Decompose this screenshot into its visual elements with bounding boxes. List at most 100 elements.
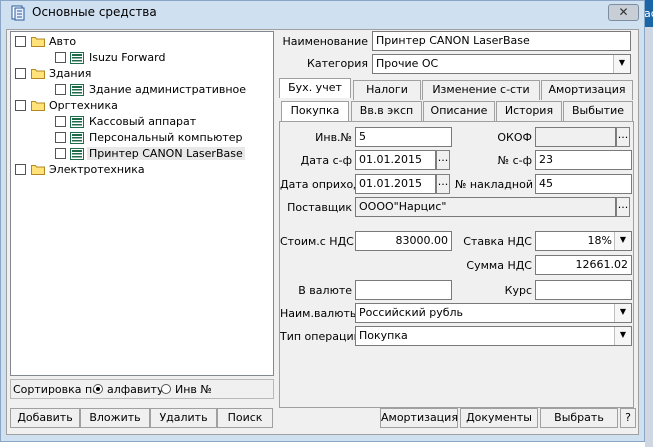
tree-node-label: Электротехника <box>49 163 145 176</box>
date-sf-label: Дата с-ф <box>300 154 352 167</box>
category-select[interactable]: Прочие ОС ▼ <box>372 54 631 74</box>
name-input[interactable]: Принтер CANON LaserBase <box>372 31 631 51</box>
sort-bar: Сортировка по алфавиту Инв № <box>10 379 274 399</box>
operation-select[interactable]: Покупка ▼ <box>355 326 632 346</box>
currency-amount-label: В валюте <box>298 284 352 297</box>
tab-izmenenie[interactable]: Изменение с-сти <box>422 80 540 100</box>
operation-label: Тип операции <box>280 330 361 343</box>
folder-icon <box>31 165 45 175</box>
date-opr-input[interactable]: 01.01.2015 <box>355 174 436 194</box>
nakl-input[interactable]: 45 <box>535 174 632 194</box>
chevron-down-icon[interactable]: ▼ <box>614 327 631 345</box>
search-button[interactable]: Поиск <box>217 408 273 428</box>
inv-input[interactable]: 5 <box>355 127 452 147</box>
okof-input[interactable] <box>535 127 616 147</box>
record-icon <box>70 116 84 128</box>
tab-istoriya[interactable]: История <box>496 101 562 121</box>
tree-node[interactable]: Оргтехника <box>13 98 271 114</box>
tree-checkbox[interactable] <box>15 100 26 111</box>
okof-label: ОКОФ <box>497 131 532 144</box>
sort-alpha-radio[interactable] <box>93 384 103 394</box>
tree-checkbox[interactable] <box>55 84 66 95</box>
tab-opisanie[interactable]: Описание <box>423 101 495 121</box>
background-window-text: ас <box>645 7 653 20</box>
supplier-browse-button[interactable]: ... <box>616 197 630 217</box>
tab-vybytie[interactable]: Выбытие <box>563 101 633 121</box>
tree-node-label: Кассовый аппарат <box>89 115 197 128</box>
tree-node-selected[interactable]: Принтер CANON LaserBase <box>13 146 271 162</box>
tree-node[interactable]: Здания <box>13 66 271 82</box>
inv-label: Инв.№ <box>315 131 352 144</box>
tree-checkbox[interactable] <box>15 68 26 79</box>
chevron-down-icon[interactable]: ▼ <box>613 55 630 73</box>
tree-checkbox[interactable] <box>55 116 66 127</box>
tree-node[interactable]: Авто <box>13 34 271 50</box>
tree-checkbox[interactable] <box>15 164 26 175</box>
documents-button[interactable]: Документы <box>460 408 538 428</box>
background-window-strip: ас <box>645 0 653 27</box>
supplier-input[interactable]: ОООО"Нарцис" <box>355 197 616 217</box>
date-opr-picker-button[interactable]: ... <box>436 174 450 194</box>
category-tree[interactable]: Авто Isuzu Forward Здания Здание админис… <box>10 31 274 376</box>
num-sf-input[interactable]: 23 <box>535 150 632 170</box>
tree-node[interactable]: Электротехника <box>13 162 271 178</box>
tab-pokupka[interactable]: Покупка <box>281 101 349 121</box>
operation-value: Покупка <box>359 329 408 342</box>
nakl-label: № накладной <box>455 178 533 191</box>
vat-rate-select[interactable]: 18% ▼ <box>535 231 632 251</box>
tree-node-label: Isuzu Forward <box>89 51 166 64</box>
date-sf-picker-button[interactable]: ... <box>436 150 450 170</box>
background-window-area <box>645 27 653 447</box>
delete-button[interactable]: Удалить <box>150 408 217 428</box>
num-sf-label: № с-ф <box>497 154 532 167</box>
sort-alpha-label[interactable]: алфавиту <box>107 383 163 396</box>
app-icon <box>11 5 25 21</box>
tree-checkbox[interactable] <box>55 52 66 63</box>
rate-label: Курс <box>504 284 532 297</box>
tab-buh-uchet[interactable]: Бух. учет <box>279 78 351 98</box>
sort-inv-label[interactable]: Инв № <box>175 383 212 396</box>
choose-button[interactable]: Выбрать <box>540 408 618 428</box>
tree-checkbox[interactable] <box>15 36 26 47</box>
name-label: Наименование <box>282 35 368 48</box>
folder-icon <box>31 101 45 111</box>
sort-label: Сортировка по <box>13 383 99 396</box>
tree-checkbox[interactable] <box>55 148 66 159</box>
close-icon: ✕ <box>618 5 629 19</box>
record-icon <box>70 148 84 160</box>
tree-node[interactable]: Isuzu Forward <box>13 50 271 66</box>
folder-icon <box>31 69 45 79</box>
sort-inv-radio[interactable] <box>161 384 171 394</box>
tree-node[interactable]: Здание административное <box>13 82 271 98</box>
tree-node-label: Персональный компьютер <box>89 131 243 144</box>
record-icon <box>70 84 84 96</box>
currency-name-select[interactable]: Российский рубль ▼ <box>355 303 632 323</box>
tree-node[interactable]: Персональный компьютер <box>13 130 271 146</box>
category-label: Категория <box>307 57 368 70</box>
rate-input[interactable] <box>535 280 632 300</box>
chevron-down-icon[interactable]: ▼ <box>614 232 631 250</box>
amortization-button[interactable]: Амортизация <box>380 408 458 428</box>
tab-amortizaciya[interactable]: Амортизация <box>541 80 633 100</box>
folder-icon <box>31 37 45 47</box>
tab-vvod[interactable]: Вв.в эксп <box>351 101 422 121</box>
chevron-down-icon[interactable]: ▼ <box>614 304 631 322</box>
record-icon <box>70 132 84 144</box>
tree-node-label: Здания <box>49 67 92 80</box>
date-sf-input[interactable]: 01.01.2015 <box>355 150 436 170</box>
tree-checkbox[interactable] <box>55 132 66 143</box>
vat-rate-value: 18% <box>587 234 612 247</box>
vat-sum-input[interactable]: 12661.02 <box>535 255 632 275</box>
help-button[interactable]: ? <box>620 408 636 428</box>
insert-button[interactable]: Вложить <box>80 408 150 428</box>
cost-input[interactable]: 83000.00 <box>355 231 452 251</box>
add-button[interactable]: Добавить <box>10 408 80 428</box>
currency-amount-input[interactable] <box>355 280 452 300</box>
close-button[interactable]: ✕ <box>608 4 639 21</box>
date-opr-label: Дата оприход <box>280 178 361 191</box>
tab-nalogi[interactable]: Налоги <box>353 80 421 100</box>
supplier-label: Поставщик <box>287 201 352 214</box>
tree-node-label: Авто <box>49 35 77 48</box>
tree-node[interactable]: Кассовый аппарат <box>13 114 271 130</box>
okof-browse-button[interactable]: ... <box>616 127 630 147</box>
